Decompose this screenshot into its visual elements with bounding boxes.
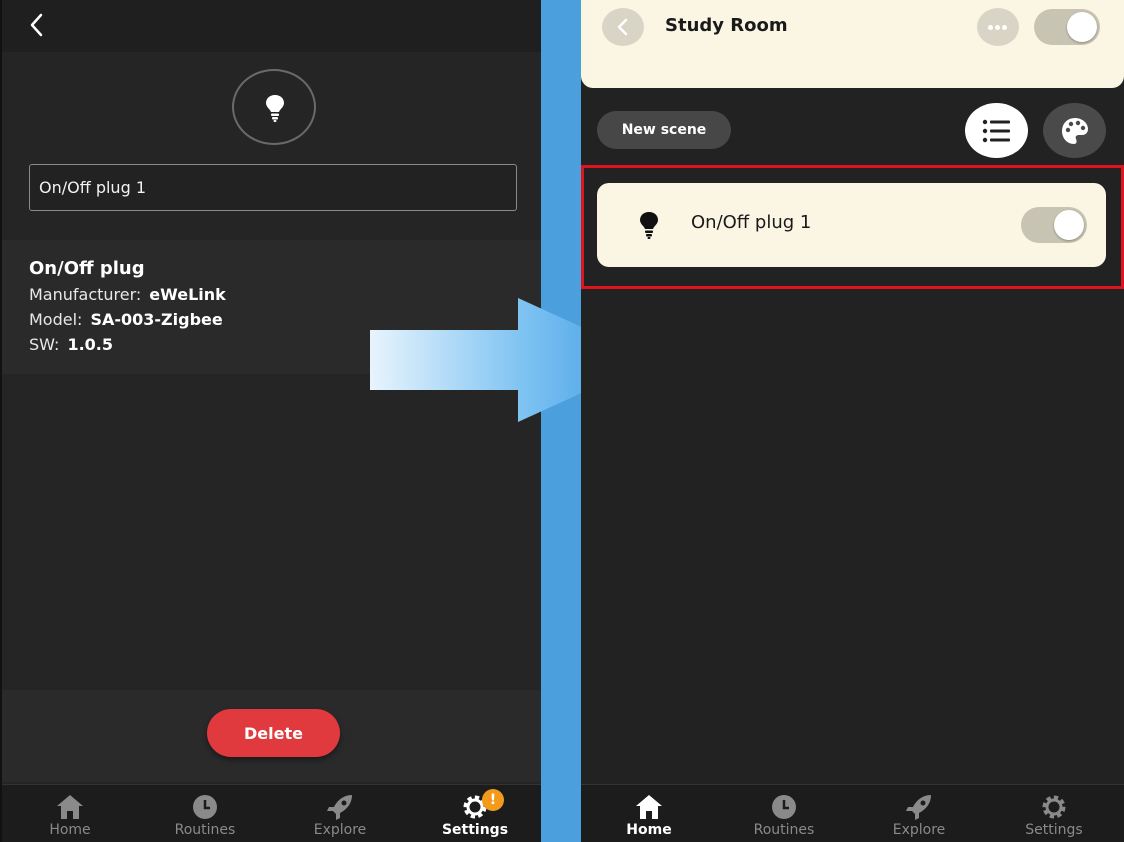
home-icon: [636, 795, 662, 819]
tab-home-label: Home: [626, 822, 672, 838]
highlight-box: [581, 165, 1124, 289]
tab-home[interactable]: Home: [15, 785, 125, 842]
room-title: Study Room: [665, 15, 788, 36]
tab-routines-label: Routines: [753, 822, 815, 838]
tab-settings-label: Settings: [1025, 822, 1083, 838]
room-power-toggle[interactable]: [1034, 9, 1100, 45]
room-screen: Study Room New scene On/Off plug 1 Home …: [581, 0, 1124, 842]
back-chevron-icon[interactable]: [24, 10, 52, 40]
tab-explore-label: Explore: [313, 822, 367, 838]
color-palette-button[interactable]: [1043, 103, 1106, 158]
device-icon-selector[interactable]: [232, 69, 316, 145]
tab-home[interactable]: Home: [594, 785, 704, 842]
room-header: Study Room: [581, 0, 1124, 88]
tab-explore-label: Explore: [892, 822, 946, 838]
tab-settings[interactable]: Settings: [999, 785, 1109, 842]
rocket-icon: [906, 795, 931, 820]
home-icon: [57, 795, 83, 819]
tab-home-label: Home: [49, 822, 91, 838]
new-scene-button[interactable]: New scene: [597, 111, 731, 149]
more-dot-icon: [1002, 25, 1007, 30]
more-options-button[interactable]: [977, 8, 1019, 46]
manufacturer-value: eWeLink: [149, 285, 226, 304]
list-view-button[interactable]: [965, 103, 1028, 158]
delete-button[interactable]: Delete: [207, 709, 340, 757]
rocket-icon: [327, 795, 352, 820]
back-button[interactable]: [602, 8, 644, 46]
gear-icon: [1042, 795, 1066, 819]
settings-alert-badge: !: [482, 789, 504, 811]
tab-routines[interactable]: Routines: [729, 785, 839, 842]
more-dot-icon: [988, 25, 993, 30]
bottom-tab-bar: Home Routines Explore Settings: [581, 784, 1124, 842]
clock-icon: [772, 795, 796, 819]
more-dot-icon: [995, 25, 1000, 30]
model-label: Model:: [29, 310, 83, 329]
bulb-icon: [266, 95, 284, 122]
tab-explore[interactable]: Explore: [285, 785, 395, 842]
tab-settings-label: Settings: [441, 822, 509, 838]
manufacturer-label: Manufacturer:: [29, 285, 142, 304]
tab-explore[interactable]: Explore: [864, 785, 974, 842]
sw-label: SW:: [29, 335, 60, 354]
list-icon: [982, 119, 1010, 143]
tab-settings[interactable]: ! Settings: [420, 785, 530, 842]
palette-icon: [1062, 118, 1088, 144]
device-type-title: On/Off plug: [29, 258, 145, 279]
header-bar: [2, 0, 541, 52]
clock-icon: [193, 795, 217, 819]
chevron-left-icon: [617, 18, 628, 36]
sw-value: 1.0.5: [67, 335, 113, 354]
tab-routines-label: Routines: [174, 822, 236, 838]
device-name-input[interactable]: [29, 164, 517, 211]
model-value: SA-003-Zigbee: [90, 310, 223, 329]
tab-routines[interactable]: Routines: [150, 785, 260, 842]
toggle-knob: [1067, 12, 1097, 42]
bottom-tab-bar: Home Routines Explore ! Settings: [2, 784, 541, 842]
